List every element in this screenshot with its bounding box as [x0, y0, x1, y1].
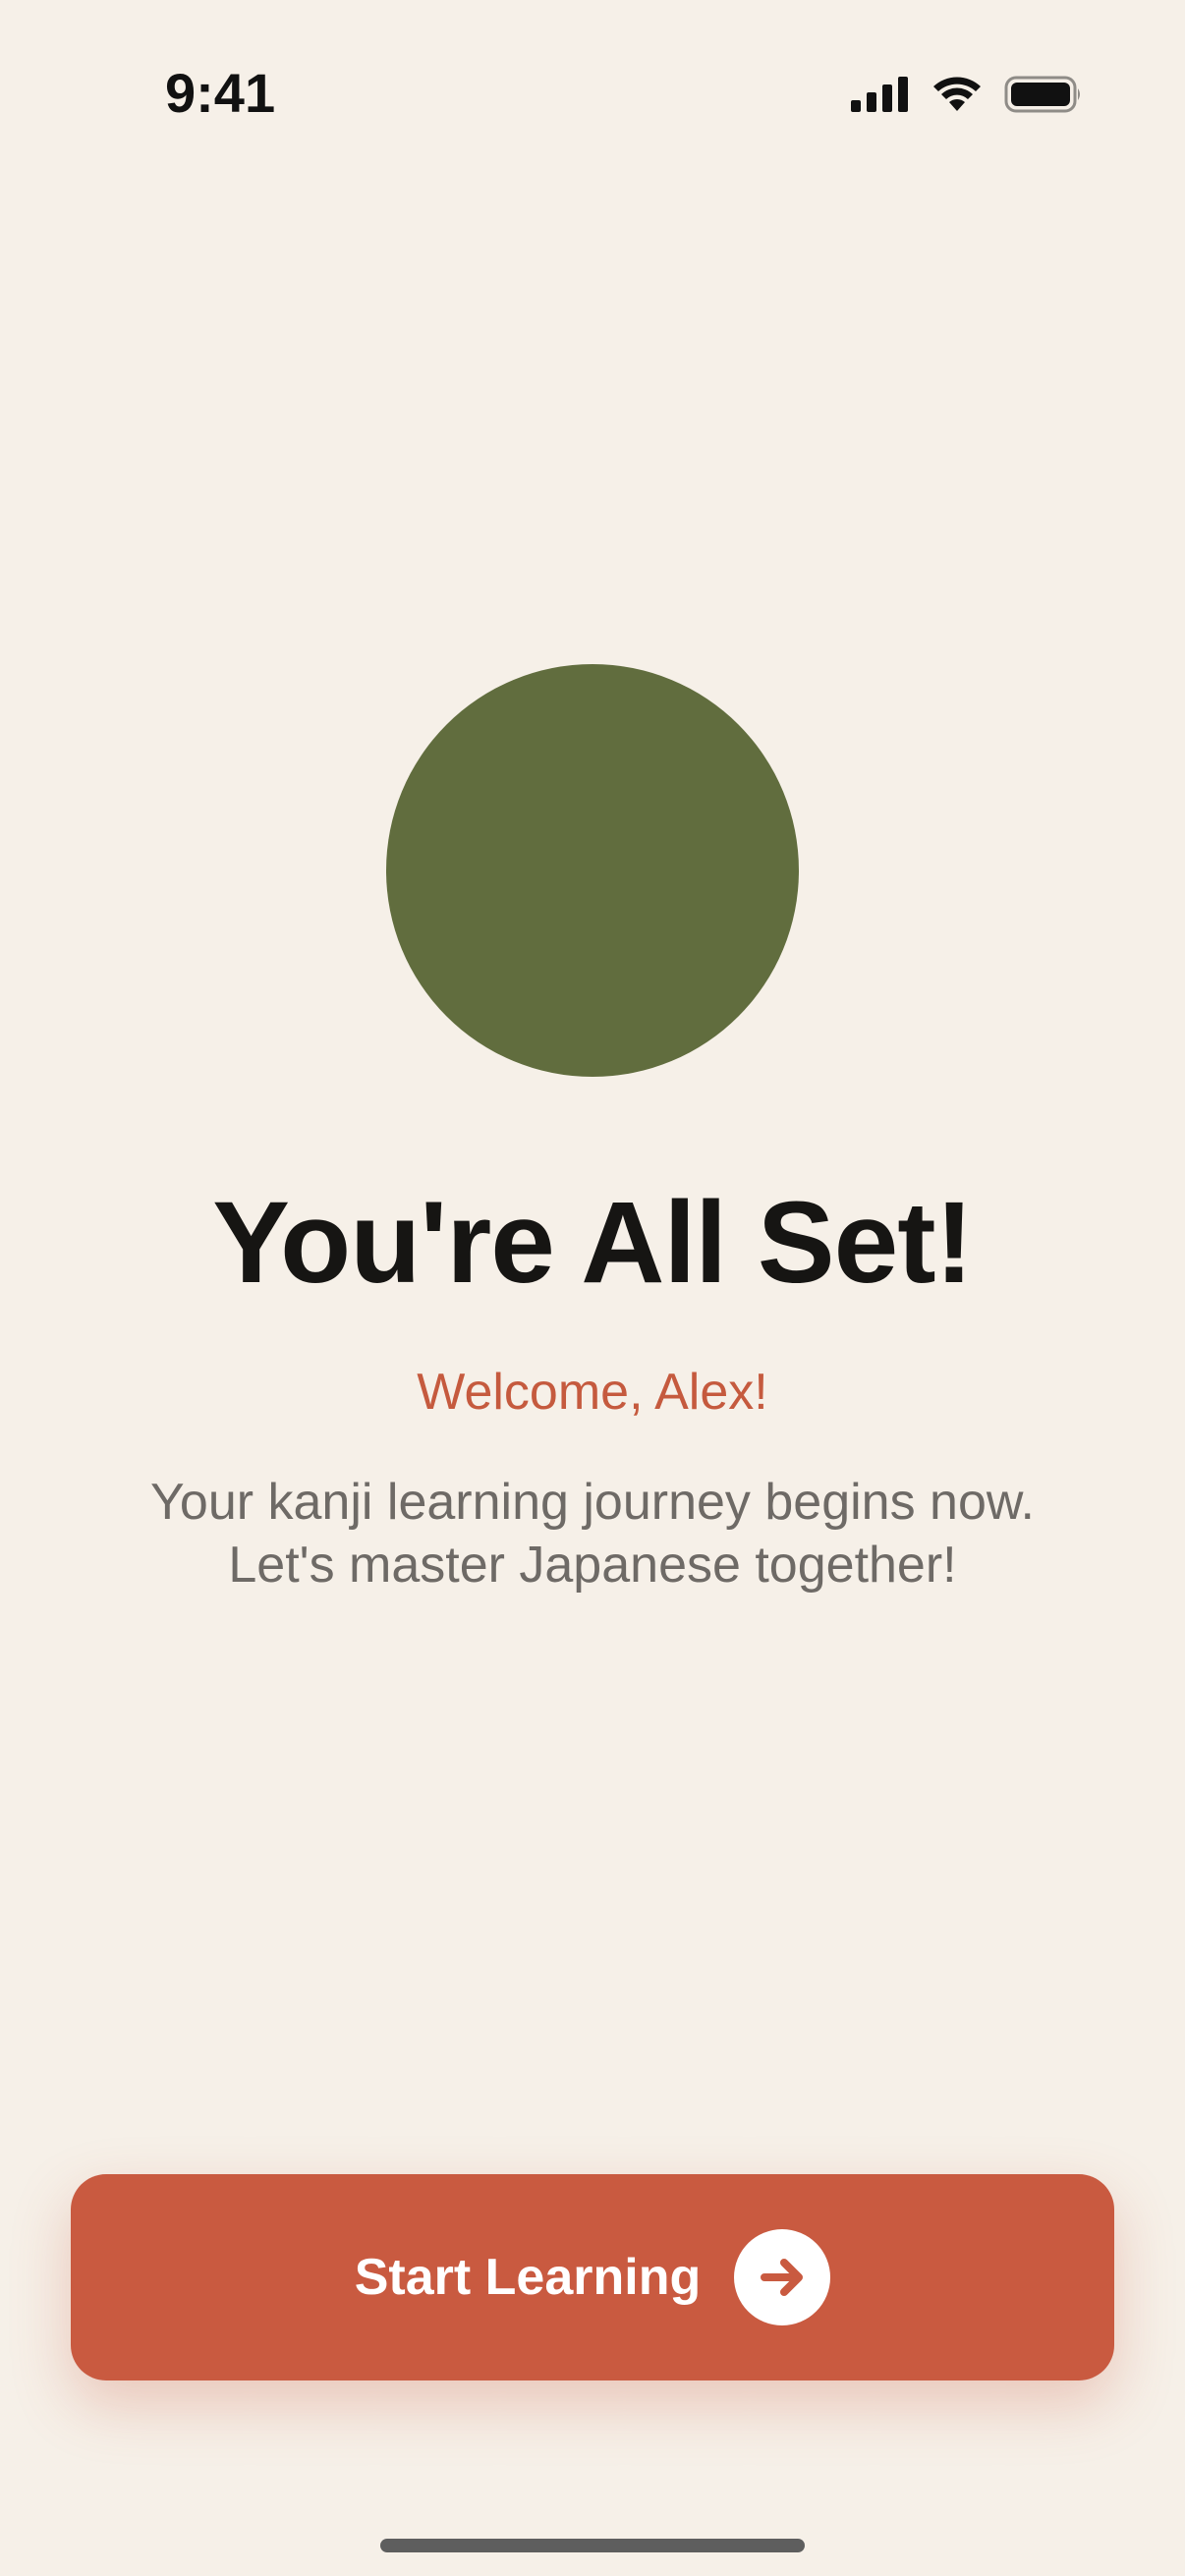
- arrow-right-icon: [734, 2229, 831, 2325]
- start-learning-label: Start Learning: [354, 2249, 702, 2306]
- status-time: 9:41: [165, 62, 276, 124]
- cellular-signal-icon: [851, 77, 908, 112]
- start-learning-button[interactable]: Start Learning: [71, 2174, 1114, 2380]
- description-text: Your kanji learning journey begins now. …: [98, 1471, 1087, 1596]
- hero-circle-illustration: [386, 664, 799, 1077]
- home-indicator[interactable]: [380, 2539, 805, 2552]
- status-bar: 9:41: [0, 0, 1185, 196]
- page-title: You're All Set!: [212, 1178, 974, 1308]
- description-line-1: Your kanji learning journey begins now.: [149, 1474, 1036, 1531]
- status-icons: [851, 75, 1083, 114]
- welcome-message: Welcome, Alex!: [417, 1364, 768, 1421]
- battery-icon: [1004, 76, 1080, 113]
- description-line-2: Let's master Japanese together!: [228, 1537, 957, 1594]
- wifi-icon: [933, 77, 981, 111]
